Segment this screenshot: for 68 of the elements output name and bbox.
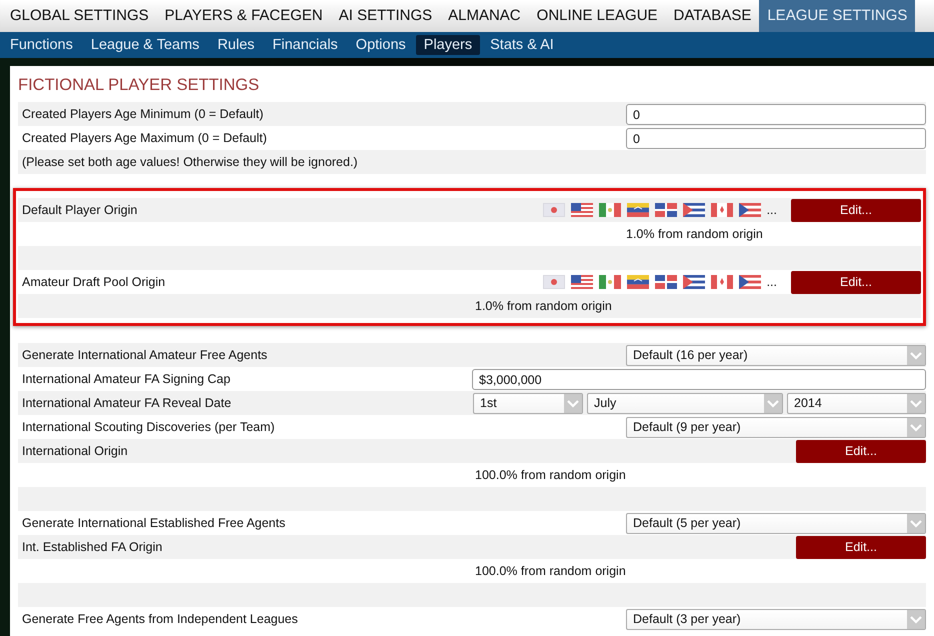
chevron-icon (907, 394, 925, 412)
setting-label: Created Players Age Minimum (0 = Default) (22, 107, 264, 121)
note-text: (Please set both age values! Otherwise they will be ignored.) (22, 155, 359, 169)
tab[interactable]: Players (416, 35, 480, 55)
tab[interactable]: Rules (209, 35, 263, 55)
ellipsis-text: ... (766, 203, 777, 217)
dropdown[interactable]: Default (16 per year) (626, 344, 926, 366)
setting-label: Amateur Draft Pool Origin (22, 275, 166, 289)
origin-summary: 1.0% from random origin (475, 299, 612, 313)
tab[interactable]: PLAYERS & FACEGEN (156, 0, 331, 32)
chevron-icon (764, 394, 782, 412)
dropdown[interactable]: 1st (473, 392, 583, 414)
flag-icon (682, 203, 705, 217)
flag-icon (626, 203, 649, 217)
tab[interactable]: LEAGUE SETTINGS (759, 0, 916, 32)
setting-label: International Origin (22, 444, 129, 458)
dropdown[interactable]: Default (5 per year) (626, 512, 926, 534)
tab[interactable]: DATABASE (666, 0, 760, 32)
dropdown[interactable]: Default (3 per year) (626, 608, 926, 630)
tab[interactable]: Options (348, 35, 414, 55)
input-field[interactable]: 0 (626, 104, 926, 124)
setting-label: International Scouting Discoveries (per Team) (22, 420, 276, 434)
tab[interactable]: Functions (2, 35, 81, 55)
flag-icon (542, 275, 565, 289)
input-field[interactable]: 0 (626, 128, 926, 148)
tab[interactable]: AI SETTINGS (330, 0, 440, 32)
flag-icon (626, 275, 649, 289)
setting-label: Generate International Established Free Agents (22, 516, 286, 530)
ellipsis-text: ... (766, 275, 777, 289)
flag-icon (710, 275, 733, 289)
flag-icon (570, 275, 593, 289)
flag-icon (598, 275, 621, 289)
chevron-icon (907, 346, 925, 364)
flag-icon (654, 203, 677, 217)
setting-label: Generate Free Agents from Independent Leagues (22, 612, 299, 626)
tab[interactable]: GLOBAL SETTINGS (2, 0, 157, 32)
origin-summary: 100.0% from random origin (475, 468, 626, 482)
tab[interactable]: League & Teams (82, 35, 208, 55)
setting-label: Default Player Origin (22, 203, 138, 217)
tab[interactable]: Stats & AI (482, 35, 562, 55)
flag-icon (682, 275, 705, 289)
setting-label: International Amateur FA Signing Cap (22, 372, 232, 386)
flag-icon (542, 203, 565, 217)
flag-icon (710, 203, 733, 217)
origin-summary: 1.0% from random origin (626, 227, 763, 241)
flag-icon (738, 275, 761, 289)
edit-button[interactable]: Edit... (791, 198, 921, 222)
setting-label: Generate International Amateur Free Agents (22, 348, 268, 362)
input-field[interactable]: $3,000,000 (472, 368, 926, 390)
origin-summary: 100.0% from random origin (475, 564, 626, 578)
dropdown[interactable]: Default (9 per year) (626, 416, 926, 438)
flag-icon (570, 203, 593, 217)
edit-button[interactable]: Edit... (791, 270, 921, 294)
setting-label: Int. Established FA Origin (22, 540, 164, 554)
tab[interactable]: Financials (264, 35, 346, 55)
edit-button[interactable]: Edit... (796, 440, 926, 462)
dropdown[interactable]: 2014 (787, 392, 926, 414)
chevron-icon (564, 394, 582, 412)
edit-button[interactable]: Edit... (796, 536, 926, 558)
tab[interactable]: ONLINE LEAGUE (528, 0, 666, 32)
flag-icon (598, 203, 621, 217)
setting-label: Created Players Age Maximum (0 = Default) (22, 131, 268, 145)
tab[interactable]: ALMANAC (440, 0, 529, 32)
section-title: FICTIONAL PLAYER SETTINGS (18, 75, 260, 96)
dropdown[interactable]: July (587, 392, 783, 414)
flag-icon (738, 203, 761, 217)
setting-label: International Amateur FA Reveal Date (22, 396, 232, 410)
flag-icon (654, 275, 677, 289)
